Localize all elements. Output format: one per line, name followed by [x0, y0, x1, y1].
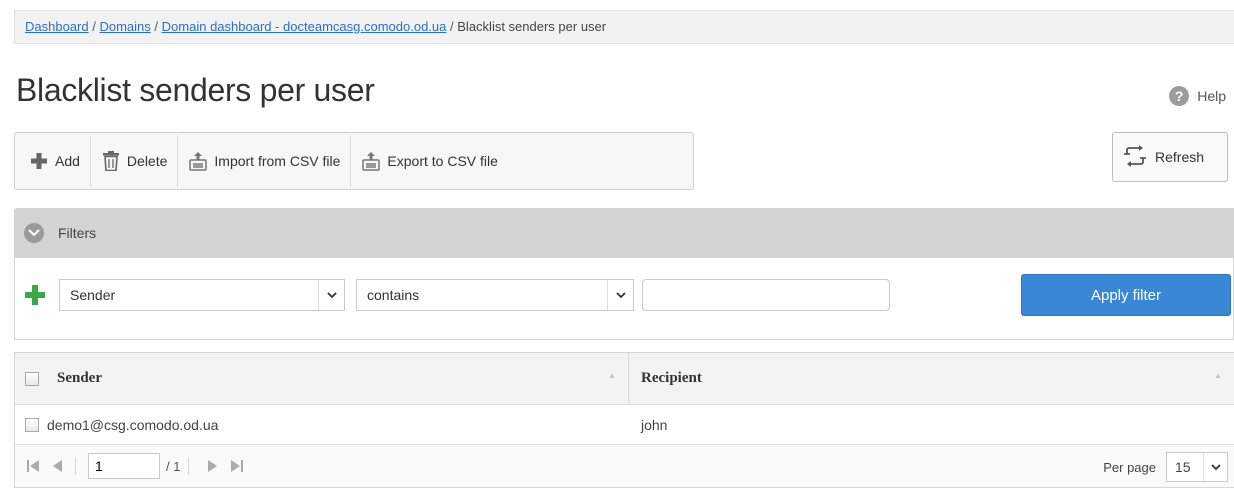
first-page-icon[interactable] [25, 457, 43, 475]
select-all-checkbox[interactable] [25, 371, 39, 386]
sender-cell: demo1@csg.comodo.od.ua [15, 405, 629, 444]
help-link[interactable]: ? Help [1169, 86, 1226, 106]
table-header: Sender ▲ Recipient ▲ [15, 353, 1234, 405]
trash-icon [101, 151, 121, 171]
page-title: Blacklist senders per user [16, 72, 375, 108]
plus-icon [29, 151, 49, 171]
filter-operator-select[interactable]: contains [356, 279, 634, 311]
senders-table: Sender ▲ Recipient ▲ demo1@csg.comodo.od… [14, 352, 1234, 488]
previous-page-icon[interactable] [49, 457, 67, 475]
recipient-value: john [641, 416, 668, 433]
add-button[interactable]: Add [19, 135, 91, 187]
chevron-down-icon [1203, 453, 1227, 481]
breadcrumb-separator: / [450, 19, 454, 34]
per-page-control: Per page 15 [1103, 452, 1228, 482]
refresh-label: Refresh [1155, 149, 1205, 165]
refresh-button[interactable]: Refresh [1112, 132, 1228, 182]
breadcrumb-domain-dashboard-link[interactable]: Domain dashboard - docteamcasg.comodo.od… [162, 19, 447, 34]
filter-value-input[interactable] [642, 279, 890, 311]
chevron-down-icon [24, 223, 44, 243]
column-header-recipient-label: Recipient [641, 370, 702, 386]
filter-field-select[interactable]: Sender [59, 279, 345, 311]
breadcrumb-current: Blacklist senders per user [457, 19, 607, 34]
filter-operator-value: contains [367, 287, 420, 303]
import-csv-button[interactable]: Import from CSV file [178, 135, 352, 187]
add-filter-icon[interactable] [25, 285, 45, 305]
recipient-cell: john [629, 405, 1234, 444]
column-header-recipient[interactable]: Recipient ▲ [629, 353, 1234, 404]
chevron-down-icon [318, 280, 344, 310]
breadcrumb-domains-link[interactable]: Domains [99, 19, 150, 34]
filters-label: Filters [58, 225, 97, 241]
per-page-select[interactable]: 15 [1166, 452, 1228, 482]
sort-icon: ▲ [1214, 371, 1222, 380]
divider [75, 457, 76, 475]
per-page-label: Per page [1103, 459, 1156, 475]
sort-icon: ▲ [608, 371, 616, 380]
table-row[interactable]: demo1@csg.comodo.od.ua john [15, 405, 1234, 445]
column-header-sender[interactable]: Sender ▲ [15, 353, 629, 404]
action-toolbar: Add Delete Import from CSV file Export t… [14, 132, 694, 190]
page-total: / 1 [166, 458, 181, 474]
help-label: Help [1197, 88, 1226, 104]
filter-panel: Sender contains Apply filter [14, 258, 1234, 340]
breadcrumb: Dashboard / Domains / Domain dashboard -… [14, 10, 1234, 44]
filter-field-value: Sender [70, 287, 116, 303]
export-label: Export to CSV file [387, 153, 498, 169]
help-icon: ? [1169, 86, 1190, 106]
add-label: Add [55, 153, 80, 169]
row-checkbox[interactable] [25, 417, 39, 432]
column-header-sender-label: Sender [57, 370, 102, 386]
page-number-input[interactable] [88, 453, 160, 479]
filters-toggle[interactable]: Filters [14, 208, 1234, 258]
import-label: Import from CSV file [214, 153, 341, 169]
breadcrumb-separator: / [154, 19, 159, 34]
delete-label: Delete [126, 153, 168, 169]
csv-import-icon [188, 151, 208, 171]
breadcrumb-dashboard-link[interactable]: Dashboard [25, 19, 89, 34]
next-page-icon[interactable] [203, 457, 221, 475]
refresh-icon [1123, 144, 1147, 170]
per-page-value: 15 [1175, 459, 1191, 475]
sender-value: demo1@csg.comodo.od.ua [47, 416, 219, 433]
delete-button[interactable]: Delete [91, 135, 179, 187]
apply-filter-button[interactable]: Apply filter [1021, 274, 1231, 316]
pagination: / 1 Per page 15 [15, 445, 1234, 487]
last-page-icon[interactable] [227, 457, 245, 475]
divider [188, 457, 190, 475]
chevron-down-icon [607, 280, 633, 310]
export-csv-button[interactable]: Export to CSV file [351, 135, 508, 187]
breadcrumb-separator: / [92, 19, 96, 34]
csv-export-icon [361, 151, 381, 171]
